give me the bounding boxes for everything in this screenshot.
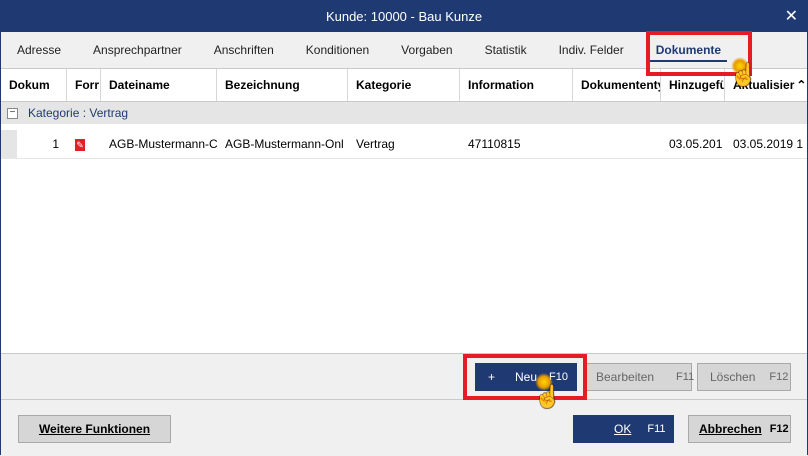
neu-shortcut: F10 <box>549 371 568 383</box>
tab-konditionen[interactable]: Konditionen <box>290 32 385 68</box>
bearbeiten-label: Bearbeiten <box>596 370 655 384</box>
tab-indiv-felder[interactable]: Indiv. Felder <box>543 32 640 68</box>
sort-ascending-icon: ⌃ <box>796 78 807 92</box>
abbrechen-shortcut: F12 <box>769 423 789 435</box>
column-information[interactable]: Information <box>460 69 573 101</box>
cell-information: 47110815 <box>468 137 521 151</box>
weitere-funktionen-button[interactable]: Weitere Funktionen <box>18 415 171 443</box>
column-format[interactable]: Forr <box>67 69 101 101</box>
loeschen-label: Löschen <box>710 370 756 384</box>
group-row-kategorie[interactable]: − Kategorie : Vertrag <box>1 102 807 124</box>
column-aktualisiert-label: Aktualisier <box>733 78 795 92</box>
tab-bar: Adresse Ansprechpartner Anschriften Kond… <box>1 32 807 68</box>
ok-label: OK <box>614 422 632 436</box>
plus-icon: + <box>488 370 496 384</box>
grid-header: Dokum Forr Dateiname Bezeichnung Kategor… <box>1 69 807 102</box>
tab-dokumente[interactable]: Dokumente <box>640 32 737 68</box>
loeschen-button[interactable]: Löschen F12 <box>697 363 791 391</box>
column-aktualisiert[interactable]: Aktualisier ⌃ <box>725 69 807 101</box>
bearbeiten-button[interactable]: Bearbeiten F11 <box>583 363 695 391</box>
tab-statistik[interactable]: Statistik <box>469 32 543 68</box>
cell-dokument-nr: 1 <box>52 137 59 151</box>
cell-dateiname: AGB-Mustermann-C <box>109 137 217 151</box>
pdf-icon: ✎ <box>75 139 85 151</box>
window-title: Kunde: 10000 - Bau Kunze <box>325 8 483 24</box>
dialog-frame: Adresse Ansprechpartner Anschriften Kond… <box>0 32 808 455</box>
tab-adresse[interactable]: Adresse <box>1 32 77 68</box>
column-dokument[interactable]: Dokum <box>1 69 67 101</box>
tab-vorgaben[interactable]: Vorgaben <box>385 32 468 68</box>
abbrechen-button[interactable]: Abbrechen F12 <box>688 415 791 443</box>
grid-toolbar: + Neu F10 Bearbeiten F11 Löschen F12 <box>1 353 807 400</box>
ok-shortcut: F11 <box>647 423 666 435</box>
cell-hinzugefuegt: 03.05.201 <box>669 137 723 151</box>
cell-aktualisiert: 03.05.2019 1 <box>733 137 804 151</box>
tab-ansprechpartner[interactable]: Ansprechpartner <box>77 32 198 68</box>
column-dokumenttyp[interactable]: Dokumententy <box>573 69 661 101</box>
tab-anschriften[interactable]: Anschriften <box>198 32 290 68</box>
weitere-funktionen-label: Weitere Funktionen <box>38 422 151 436</box>
documents-grid: Dokum Forr Dateiname Bezeichnung Kategor… <box>1 68 807 354</box>
cell-kategorie: Vertrag <box>356 137 395 151</box>
cell-format: ✎ <box>67 137 101 151</box>
dialog-footer: Weitere Funktionen OK F11 Abbrechen F12 <box>1 399 807 455</box>
bearbeiten-shortcut: F11 <box>676 371 695 383</box>
close-icon[interactable]: ✕ <box>785 6 798 26</box>
table-row[interactable]: 1 ✎ AGB-Mustermann-C AGB-Mustermann-Onl … <box>1 130 807 159</box>
abbrechen-label: Abbrechen <box>699 422 762 436</box>
group-label: Kategorie : Vertrag <box>28 106 129 120</box>
row-indicator <box>1 130 17 158</box>
neu-label: Neu <box>515 370 538 384</box>
column-kategorie[interactable]: Kategorie <box>348 69 460 101</box>
ok-button[interactable]: OK F11 <box>573 415 674 443</box>
cell-bezeichnung: AGB-Mustermann-Onl <box>225 137 344 151</box>
loeschen-shortcut: F12 <box>769 371 789 383</box>
column-bezeichnung[interactable]: Bezeichnung <box>217 69 348 101</box>
neu-button[interactable]: + Neu F10 <box>475 363 577 391</box>
collapse-icon[interactable]: − <box>7 107 18 119</box>
column-hinzugefuegt[interactable]: Hinzugefü <box>661 69 725 101</box>
column-dateiname[interactable]: Dateiname <box>101 69 217 101</box>
window-titlebar: Kunde: 10000 - Bau Kunze ✕ <box>0 0 808 32</box>
